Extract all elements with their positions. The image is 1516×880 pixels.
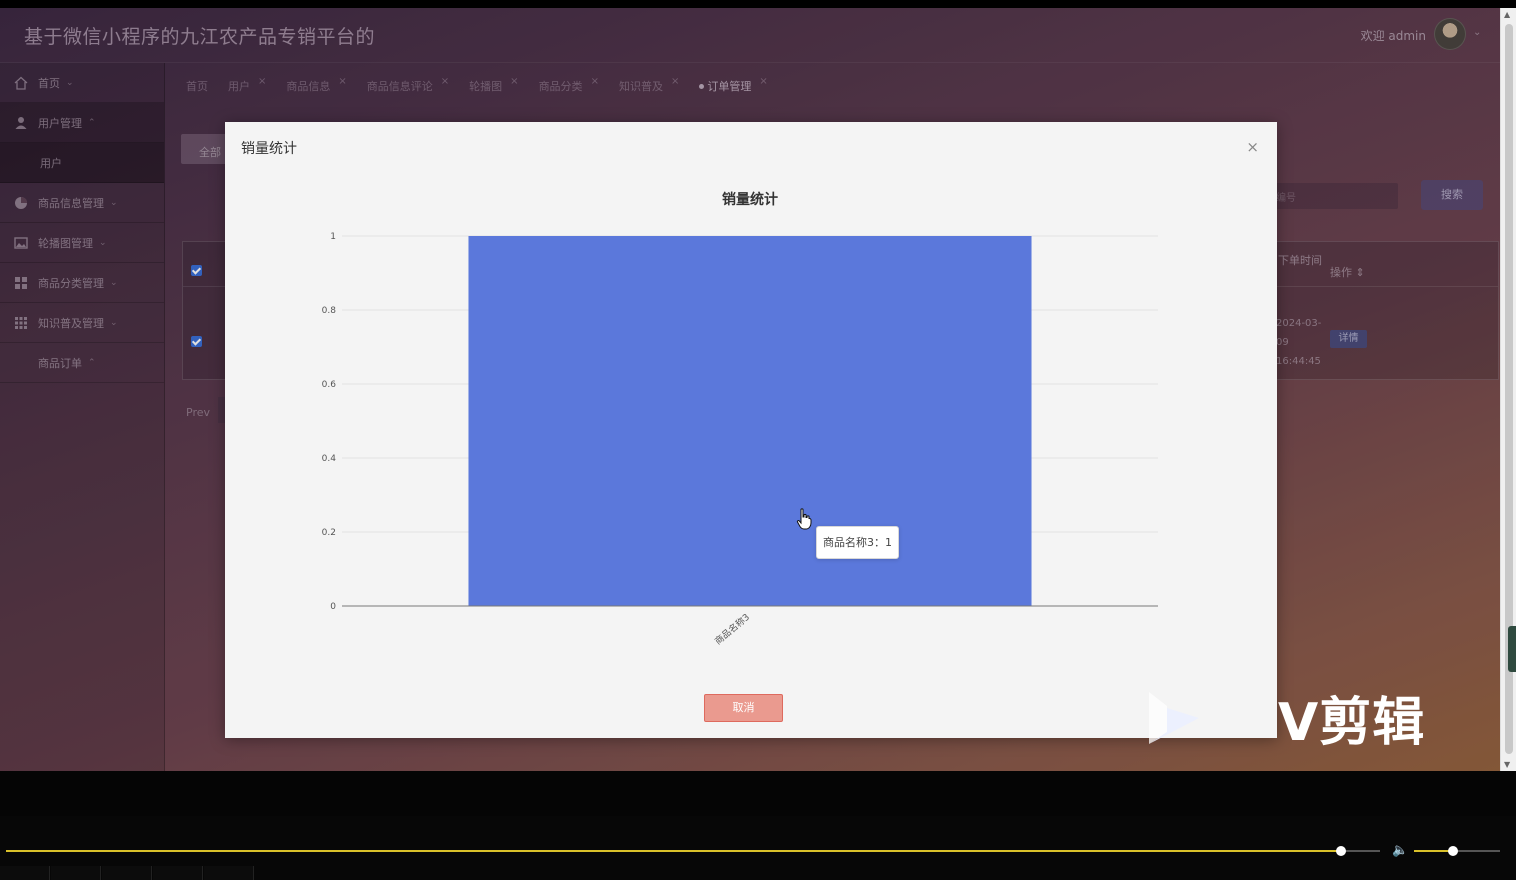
scroll-up-icon[interactable]: ▲ xyxy=(1504,10,1510,19)
watermark-text: V剪辑 xyxy=(1278,693,1426,753)
y-tick-label: 1 xyxy=(330,232,336,242)
video-player-bar: 🔈 xyxy=(0,771,1516,880)
chart-title: 销量统计 xyxy=(722,191,778,208)
hand-cursor-icon xyxy=(796,508,812,530)
thumbnail-slot[interactable] xyxy=(204,866,254,880)
player-spacer xyxy=(0,771,1516,816)
sales-stats-dialog: 销量统计 × 销量统计 0 0.2 0.4 0.6 0.8 1 商品名称3 商品名称3：1… xyxy=(225,122,1277,738)
thumbnail-slot[interactable] xyxy=(0,866,50,880)
y-tick-label: 0.4 xyxy=(322,454,337,464)
player-thumbnails xyxy=(0,866,1516,880)
x-tick-label: 商品名称3 xyxy=(712,611,752,647)
thumbnail-slot[interactable] xyxy=(102,866,152,880)
screen: 基于微信小程序的九江农产品专销平台的 欢迎 admin ⌄ 首页 ⌄ 用户管理 … xyxy=(0,0,1516,880)
chart-tooltip: 商品名称3：1 xyxy=(816,526,899,559)
y-tick-label: 0.8 xyxy=(322,306,337,316)
cancel-button[interactable]: 取消 xyxy=(704,694,783,722)
y-tick-label: 0.2 xyxy=(322,528,336,538)
y-tick-label: 0 xyxy=(330,602,336,612)
progress-remaining[interactable] xyxy=(1344,850,1380,852)
side-panel-grip[interactable] xyxy=(1508,626,1516,672)
bar[interactable] xyxy=(468,236,1032,606)
sales-bar-chart: 销量统计 0 0.2 0.4 0.6 0.8 1 商品名称3 xyxy=(322,191,1158,647)
progress-knob[interactable] xyxy=(1336,846,1346,856)
volume-knob[interactable] xyxy=(1448,846,1458,856)
thumbnail-slot[interactable] xyxy=(51,866,101,880)
y-tick-label: 0.6 xyxy=(322,380,337,390)
x-axis-ticks: 商品名称3 xyxy=(712,611,752,647)
scroll-down-icon[interactable]: ▼ xyxy=(1504,760,1510,769)
progress-track[interactable] xyxy=(6,850,1380,852)
chart-bars xyxy=(468,236,1032,606)
y-axis-ticks: 0 0.2 0.4 0.6 0.8 1 xyxy=(322,232,337,612)
watermark-logo-icon xyxy=(1149,692,1199,744)
volume-icon[interactable]: 🔈 xyxy=(1392,843,1408,858)
thumbnail-slot[interactable] xyxy=(153,866,203,880)
